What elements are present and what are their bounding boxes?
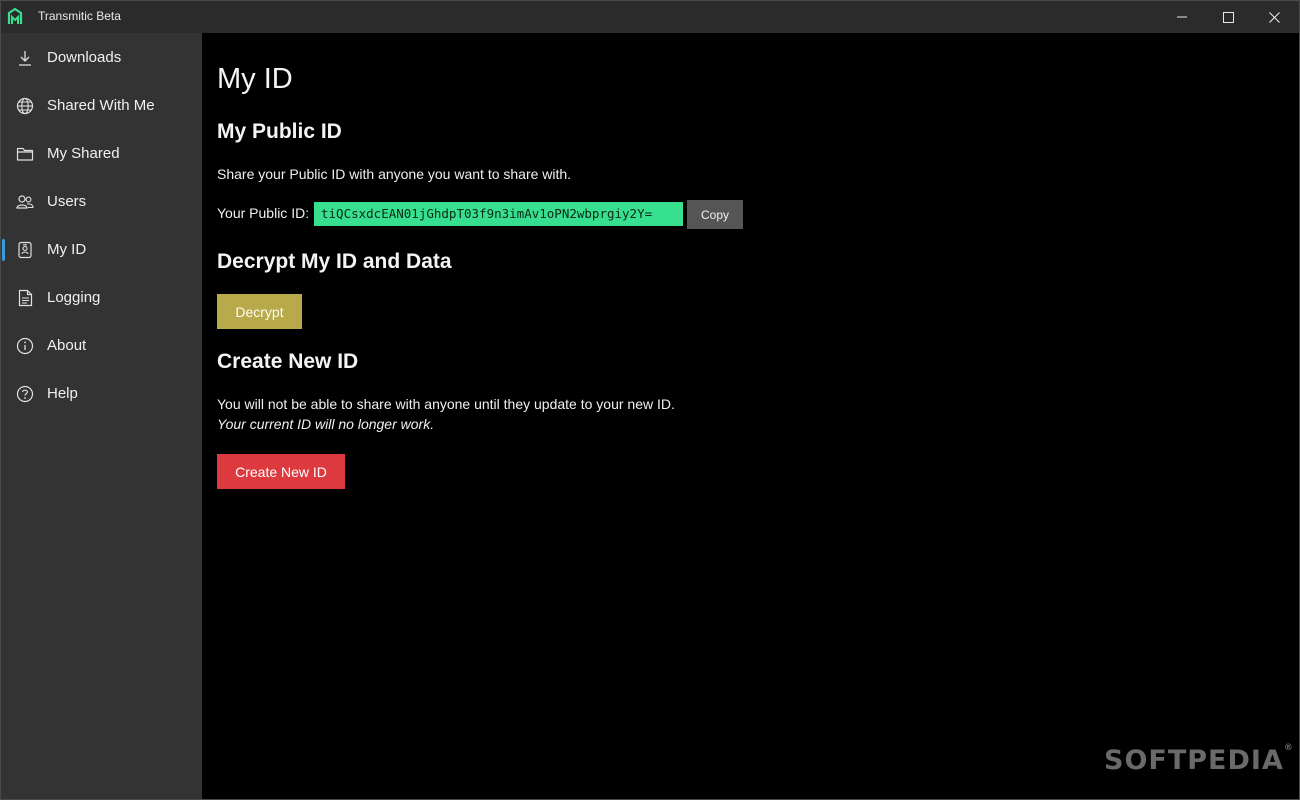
title-bar[interactable]: Transmitic Beta [1, 1, 1299, 33]
sidebar-item-label: Shared With Me [47, 97, 155, 114]
create-id-warning: You will not be able to share with anyon… [217, 396, 675, 412]
sidebar-item-shared-with-me[interactable]: Shared With Me [1, 85, 202, 125]
users-icon [16, 193, 34, 211]
public-id-description: Share your Public ID with anyone you wan… [217, 166, 572, 182]
sidebar-item-label: Help [47, 385, 78, 402]
public-id-value[interactable]: tiQCsxdcEAN01jGhdpT03f9n3imAv1oPN2wbprgi… [314, 202, 683, 226]
sidebar-item-users[interactable]: Users [1, 181, 202, 221]
active-indicator [2, 239, 5, 261]
public-id-label: Your Public ID: [217, 205, 310, 221]
close-icon [1268, 11, 1280, 23]
document-icon [16, 289, 34, 307]
app-window: Transmitic Beta Downloads Shared With Me [0, 0, 1300, 800]
close-button[interactable] [1251, 1, 1297, 33]
maximize-button[interactable] [1205, 1, 1251, 33]
create-id-warning-italic: Your current ID will no longer work. [217, 416, 435, 432]
main-content: My ID My Public ID Share your Public ID … [202, 33, 1299, 799]
copy-button[interactable]: Copy [687, 200, 743, 229]
softpedia-watermark: SOFTPEDIA® [1104, 743, 1294, 776]
transmitic-logo-icon [7, 8, 23, 24]
globe-icon [16, 97, 34, 115]
download-icon [16, 49, 34, 67]
decrypt-button[interactable]: Decrypt [217, 294, 302, 329]
window-title: Transmitic Beta [38, 9, 121, 23]
maximize-icon [1222, 11, 1234, 23]
create-id-heading: Create New ID [217, 350, 359, 373]
sidebar-item-label: About [47, 337, 87, 354]
sidebar-item-label: Users [47, 193, 87, 210]
create-new-id-button[interactable]: Create New ID [217, 454, 345, 489]
folder-icon [16, 145, 34, 163]
info-icon [16, 337, 34, 355]
help-icon [16, 385, 34, 403]
minimize-icon [1177, 16, 1187, 18]
page-title: My ID [217, 63, 293, 95]
sidebar-item-logging[interactable]: Logging [1, 277, 202, 317]
sidebar-item-my-id[interactable]: My ID [1, 229, 202, 269]
watermark-registered-mark: ® [1283, 743, 1294, 753]
watermark-text: SOFTPEDIA [1104, 745, 1284, 776]
sidebar-item-label: Downloads [47, 49, 122, 66]
sidebar-item-label: My Shared [47, 145, 120, 162]
sidebar-item-label: My ID [47, 241, 87, 258]
minimize-button[interactable] [1159, 1, 1205, 33]
sidebar-item-label: Logging [47, 289, 101, 306]
sidebar-item-my-shared[interactable]: My Shared [1, 133, 202, 173]
sidebar: Downloads Shared With Me My Shared Users [1, 33, 202, 799]
sidebar-item-help[interactable]: Help [1, 373, 202, 413]
public-id-heading: My Public ID [217, 120, 342, 143]
decrypt-heading: Decrypt My ID and Data [217, 250, 452, 273]
sidebar-item-downloads[interactable]: Downloads [1, 37, 202, 77]
sidebar-item-about[interactable]: About [1, 325, 202, 365]
id-badge-icon [16, 241, 34, 259]
